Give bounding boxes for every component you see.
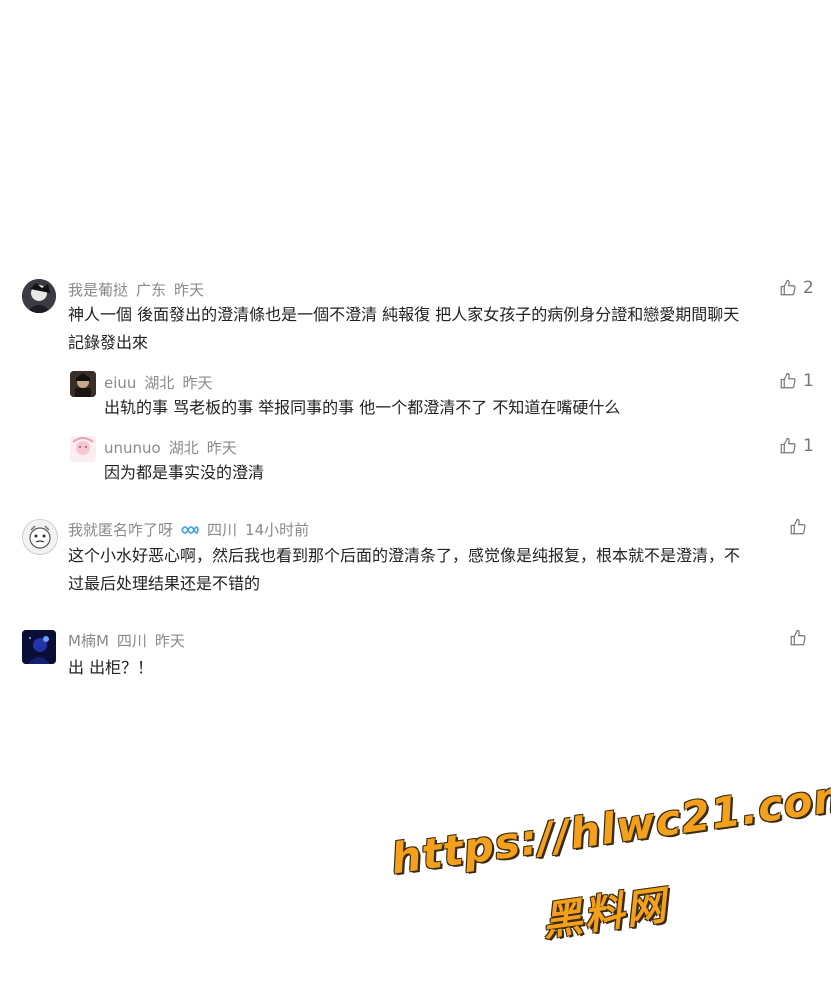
reply-text: 出轨的事 骂老板的事 举报同事的事 他一个都澄清不了 不知道在嘴硬什么 bbox=[104, 398, 621, 417]
like-button[interactable] bbox=[789, 629, 807, 647]
comment-meta: 我是葡挞 广东 昨天 bbox=[68, 279, 204, 300]
comment-meta: 我就匿名咋了呀 四川 14小时前 bbox=[68, 519, 309, 540]
avatar[interactable] bbox=[70, 371, 96, 397]
comment-meta: ununuo 湖北 昨天 bbox=[104, 437, 237, 458]
vip-icon bbox=[181, 525, 199, 534]
username[interactable]: M楠M bbox=[68, 630, 109, 651]
avatar[interactable] bbox=[22, 630, 56, 664]
watermark-name: 黑料网 bbox=[539, 882, 671, 946]
like-button[interactable] bbox=[789, 518, 807, 536]
thumbs-up-icon bbox=[780, 437, 796, 454]
comment-text-line: 这个小水好恶心啊，然后我也看到那个后面的澄清条了，感觉像是纯报复，根本就不是澄清… bbox=[68, 546, 741, 565]
like-button[interactable]: 2 bbox=[779, 278, 814, 298]
timestamp: 昨天 bbox=[174, 281, 205, 299]
username[interactable]: 我是葡挞 bbox=[68, 279, 128, 300]
like-count: 1 bbox=[803, 371, 814, 391]
like-button[interactable]: 1 bbox=[779, 436, 814, 456]
thumbs-up-icon bbox=[780, 279, 796, 296]
thumbs-up-icon bbox=[780, 372, 796, 389]
thumbs-up-icon bbox=[790, 518, 806, 535]
like-count: 1 bbox=[803, 436, 814, 456]
comment-meta: eiuu 湖北 昨天 bbox=[104, 372, 212, 393]
comment-meta: M楠M 四川 昨天 bbox=[68, 630, 185, 651]
location: 广东 bbox=[136, 281, 167, 299]
comment-text: 出 出柜？！ bbox=[68, 654, 818, 682]
reply-text: 因为都是事实没的澄清 bbox=[104, 463, 265, 482]
timestamp: 昨天 bbox=[182, 374, 213, 392]
timestamp: 14小时前 bbox=[245, 521, 310, 539]
comment-text-line: 神人一個 後面發出的澄清條也是一個不澄清 純報復 把人家女孩子的病例身分證和戀愛… bbox=[68, 305, 740, 324]
location: 四川 bbox=[207, 521, 238, 539]
username[interactable]: eiuu bbox=[104, 374, 136, 392]
avatar[interactable] bbox=[70, 436, 96, 462]
comment-text: 神人一個 後面發出的澄清條也是一個不澄清 純報復 把人家女孩子的病例身分證和戀愛… bbox=[68, 301, 818, 357]
avatar[interactable] bbox=[22, 279, 56, 313]
location: 湖北 bbox=[144, 374, 175, 392]
username[interactable]: 我就匿名咋了呀 bbox=[68, 519, 173, 540]
comment-text-line: 过最后处理结果还是不错的 bbox=[68, 574, 261, 593]
location: 四川 bbox=[116, 632, 147, 650]
comment-text: 这个小水好恶心啊，然后我也看到那个后面的澄清条了，感觉像是纯报复，根本就不是澄清… bbox=[68, 542, 818, 598]
comment-list-page: 我是葡挞 广东 昨天 2 神人一個 後面發出的澄清條也是一個不澄清 純報復 把人… bbox=[0, 0, 831, 983]
comment-text-line: 記錄發出來 bbox=[68, 333, 149, 352]
thumbs-up-icon bbox=[790, 629, 806, 646]
timestamp: 昨天 bbox=[154, 632, 185, 650]
timestamp: 昨天 bbox=[206, 439, 237, 457]
avatar[interactable] bbox=[22, 519, 58, 555]
username[interactable]: ununuo bbox=[104, 439, 161, 457]
watermark-url: https://hlwc21.com bbox=[388, 769, 831, 884]
comment-text-line: 出 出柜？！ bbox=[68, 658, 154, 677]
like-count: 2 bbox=[803, 278, 814, 298]
like-button[interactable]: 1 bbox=[779, 371, 814, 391]
location: 湖北 bbox=[168, 439, 199, 457]
